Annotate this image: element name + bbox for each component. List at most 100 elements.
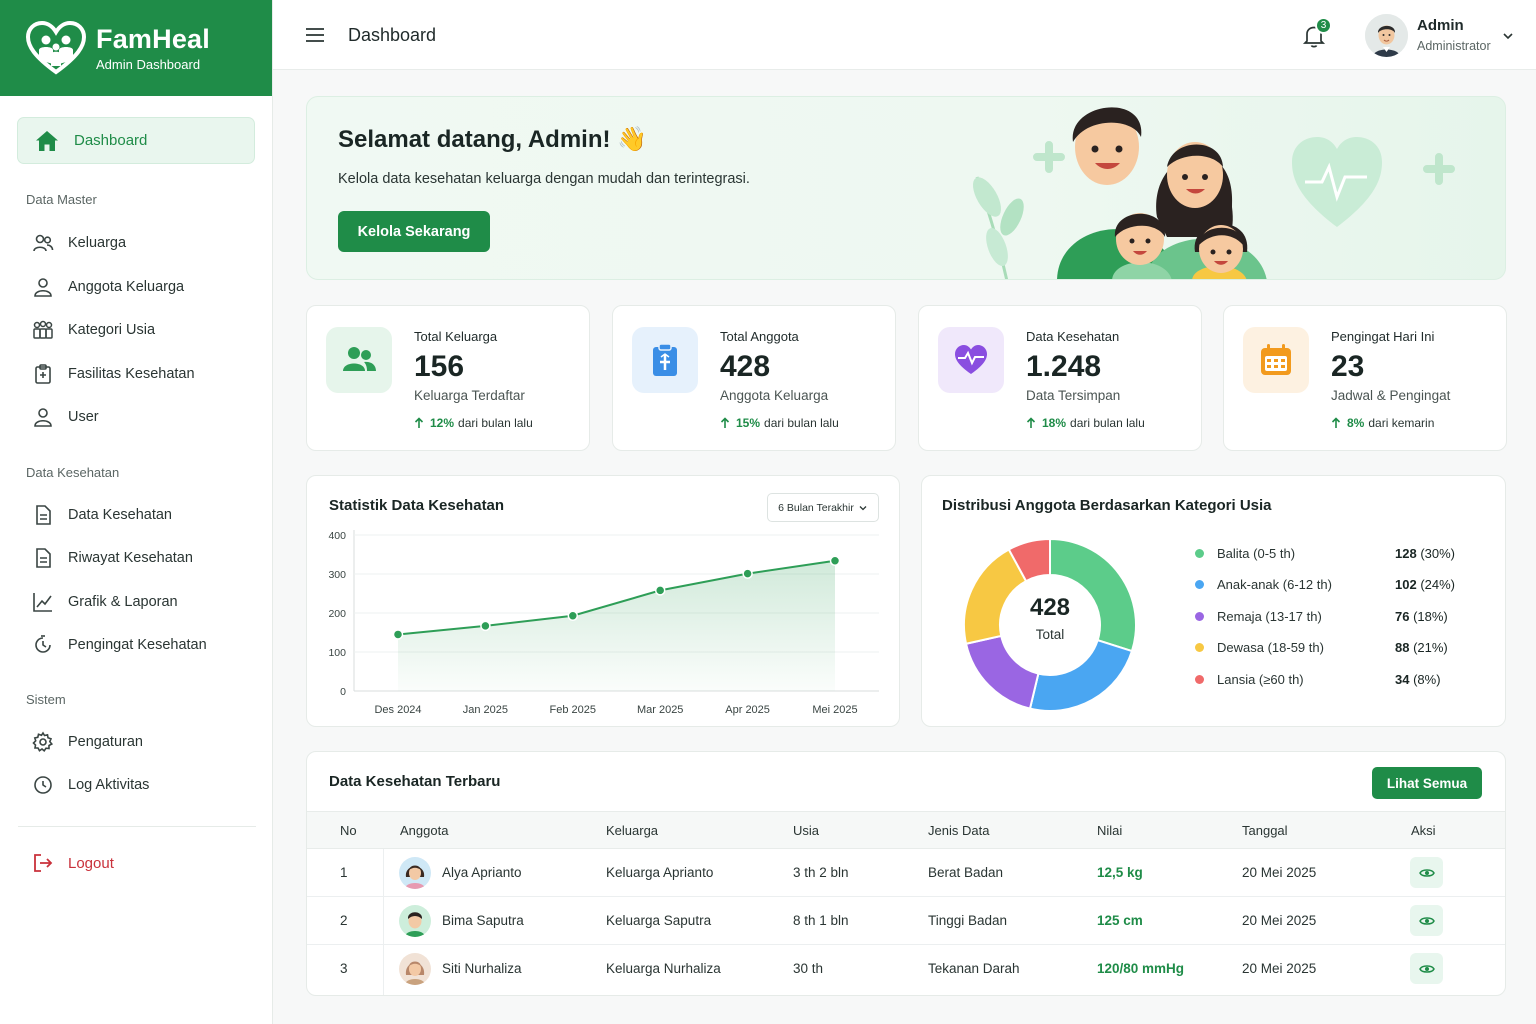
sidebar-item-user[interactable]: User	[32, 402, 99, 432]
column-header: Tanggal	[1242, 823, 1288, 838]
topbar: Dashboard 3 Admin Administrator	[273, 0, 1536, 70]
notification-badge: 3	[1315, 17, 1332, 34]
legend-value: 102 (24%)	[1395, 577, 1455, 592]
donut-chart-title: Distribusi Anggota Berdasarkan Kategori …	[942, 497, 1272, 514]
eye-icon	[1418, 868, 1435, 877]
legend-item: Anak-anak (6-12 th) 102 (24%)	[1195, 575, 1455, 595]
legend-label: Balita (0-5 th)	[1217, 545, 1296, 561]
view-button[interactable]	[1410, 953, 1443, 984]
legend-value: 88 (21%)	[1395, 640, 1448, 655]
cell-keluarga: Keluarga Saputra	[606, 913, 712, 928]
cell-anggota: Siti Nurhaliza	[442, 961, 522, 976]
avatar	[399, 857, 431, 889]
stat-card-total-keluarga[interactable]: Total Keluarga 156 Keluarga Terdaftar 12…	[306, 305, 590, 451]
sidebar-item-anggota-keluarga[interactable]: Anggota Keluarga	[32, 272, 184, 302]
cell-keluarga: Keluarga Aprianto	[606, 865, 714, 880]
cell-jenis-data: Tinggi Badan	[928, 913, 1008, 928]
legend-label: Dewasa (18-59 th)	[1217, 640, 1324, 655]
x-tick-label: Jan 2025	[463, 704, 508, 716]
column-header: No	[340, 823, 357, 838]
cell-tanggal: 20 Mei 2025	[1242, 865, 1317, 880]
kelola-sekarang-button[interactable]: Kelola Sekarang	[338, 211, 490, 252]
sidebar-item-fasilitas-kesehatan[interactable]: Fasilitas Kesehatan	[32, 359, 195, 389]
stat-trend-text: dari bulan lalu	[764, 416, 839, 430]
stat-card-pengingat-hari-ini[interactable]: Pengingat Hari Ini 23 Jadwal & Pengingat…	[1223, 305, 1507, 451]
gear-icon	[32, 731, 54, 752]
column-header: Nilai	[1097, 823, 1123, 838]
stat-card-total-anggota[interactable]: Total Anggota 428 Anggota Keluarga 15% d…	[612, 305, 896, 451]
cell-nilai: 125 cm	[1097, 913, 1143, 928]
data-point[interactable]	[742, 568, 753, 579]
section-sistem: Sistem	[26, 692, 66, 707]
sidebar-item-data-kesehatan[interactable]: Data Kesehatan	[32, 500, 172, 530]
data-point[interactable]	[392, 629, 404, 640]
sidebar-divider	[18, 826, 256, 827]
legend-swatch	[1195, 548, 1204, 558]
stat-value: 428	[720, 350, 771, 383]
user-name[interactable]: Admin	[1417, 17, 1464, 34]
logout-button[interactable]: Logout	[32, 848, 114, 878]
stat-icon-box	[938, 327, 1004, 393]
sidebar: FamHeal Admin Dashboard Dashboard Data M…	[0, 0, 273, 1024]
stat-subtitle: Jadwal & Pengingat	[1331, 388, 1451, 403]
page-title: Dashboard	[348, 25, 437, 45]
y-tick-label: 300	[328, 569, 346, 581]
cell-tanggal: 20 Mei 2025	[1242, 961, 1317, 976]
donut-chart-card: Distribusi Anggota Berdasarkan Kategori …	[921, 475, 1506, 727]
stat-icon-box	[326, 327, 392, 393]
sidebar-item-label: Fasilitas Kesehatan	[68, 366, 195, 382]
avatar	[399, 953, 431, 985]
stat-card-data-kesehatan[interactable]: Data Kesehatan 1.248 Data Tersimpan 18% …	[918, 305, 1202, 451]
section-data-kesehatan: Data Kesehatan	[26, 465, 120, 480]
donut-slice[interactable]	[964, 634, 1040, 710]
avatar	[399, 905, 431, 937]
stat-label: Data Kesehatan	[1026, 329, 1120, 344]
group-icon	[33, 320, 53, 339]
stat-subtitle: Keluarga Terdaftar	[414, 388, 525, 403]
stat-trend-text: dari bulan lalu	[1070, 416, 1145, 430]
legend-item: Dewasa (18-59 th) 88 (21%)	[1195, 638, 1455, 658]
data-point[interactable]	[654, 585, 666, 596]
view-button[interactable]	[1410, 905, 1443, 936]
menu-icon[interactable]	[305, 26, 325, 44]
sidebar-item-dashboard[interactable]: Dashboard	[17, 117, 255, 164]
heart-pulse-icon	[955, 345, 987, 374]
lihat-semua-button[interactable]: Lihat Semua	[1372, 767, 1482, 799]
stat-trend-text: dari bulan lalu	[458, 416, 533, 430]
clock-icon	[34, 776, 52, 794]
legend-value: 76 (18%)	[1395, 608, 1448, 624]
data-point[interactable]	[567, 610, 579, 621]
legend-value: 34 (8%)	[1395, 671, 1441, 687]
users-icon	[33, 234, 54, 252]
sidebar-item-grafik-laporan[interactable]: Grafik & Laporan	[32, 587, 178, 617]
sidebar-item-riwayat-kesehatan[interactable]: Riwayat Kesehatan	[32, 543, 193, 573]
clipboard-plus-icon	[35, 364, 51, 384]
sidebar-item-log-aktivitas[interactable]: Log Aktivitas	[32, 770, 149, 800]
stat-label: Total Anggota	[720, 329, 799, 344]
eye-icon	[1418, 964, 1435, 973]
legend-item: Lansia (≥60 th) 34 (8%)	[1195, 669, 1455, 689]
arrow-up-icon	[414, 417, 424, 428]
donut-slice[interactable]	[1028, 638, 1134, 712]
eye-icon	[1418, 916, 1435, 925]
data-point[interactable]	[480, 620, 491, 632]
donut-total-label: Total	[1035, 627, 1065, 642]
legend-swatch	[1195, 643, 1204, 652]
sidebar-item-pengaturan[interactable]: Pengaturan	[32, 727, 143, 757]
sidebar-item-pengingat-kesehatan[interactable]: Pengingat Kesehatan	[32, 630, 207, 660]
cell-anggota: Bima Saputra	[442, 913, 524, 928]
x-tick-label: Mei 2025	[812, 704, 857, 716]
sidebar-item-keluarga[interactable]: Keluarga	[32, 228, 126, 258]
brand-header[interactable]: FamHeal Admin Dashboard	[0, 0, 272, 96]
legend-label: Remaja (13-17 th)	[1217, 608, 1322, 624]
stat-trend-percent: 12%	[430, 416, 455, 430]
avatar[interactable]	[1365, 14, 1408, 57]
view-button[interactable]	[1410, 857, 1443, 888]
family-illustration-icon	[973, 107, 1455, 279]
sidebar-item-kategori-usia[interactable]: Kategori Usia	[32, 315, 155, 345]
table-row: 1 Alya Aprianto Keluarga Aprianto 3 th 2…	[307, 849, 1505, 897]
cell-no: 2	[340, 913, 348, 928]
chevron-down-icon[interactable]	[1501, 29, 1515, 43]
cell-usia: 30 th	[793, 961, 824, 976]
data-point[interactable]	[829, 555, 841, 566]
